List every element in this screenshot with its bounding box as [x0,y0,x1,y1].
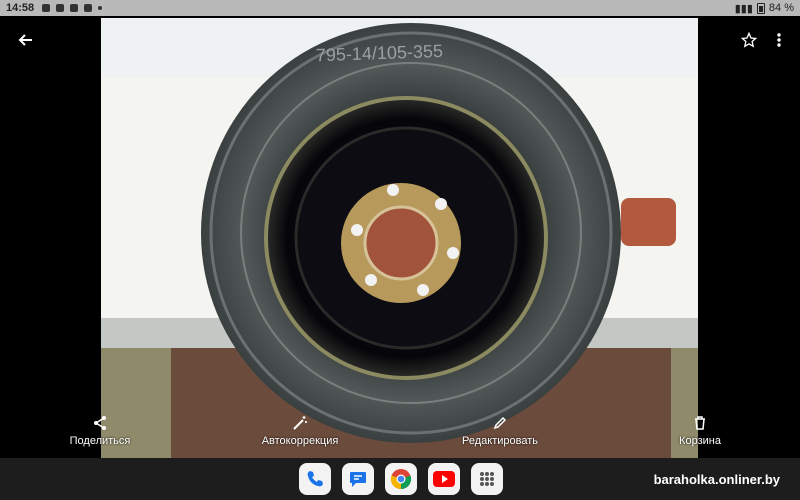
share-icon [94,416,106,430]
dock-youtube[interactable] [428,463,460,495]
share-label: Поделиться [69,435,131,447]
trash-label: Корзина [679,435,721,447]
battery-percent: 84 % [768,2,794,14]
notification-icon [56,4,65,12]
photo-actions-bar: Поделиться Автокоррекция Редактировать К… [0,415,800,458]
signal-icon: ▮▮▮ [734,2,753,15]
back-button[interactable] [9,24,41,56]
notification-icon [70,4,79,12]
dock-chrome[interactable] [385,463,417,495]
more-options-button[interactable] [763,24,795,56]
dock-app-drawer[interactable] [471,463,503,495]
dot-icon [98,6,103,10]
edit-button[interactable]: Редактировать [430,415,570,447]
trash-button[interactable]: Корзина [630,415,770,447]
autocorrect-label: Автокоррекция [261,435,339,447]
chrome-icon [390,469,412,490]
phone-icon [307,471,323,487]
edit-pencil-icon [493,416,507,430]
photo-image: 795-14/105-355 [101,18,698,458]
photo-view[interactable]: 795-14/105-355 [101,18,698,458]
edit-label: Редактировать [462,435,538,447]
dock-phone[interactable] [299,463,331,495]
status-bar: 14:58 ▮▮▮ 84 % [0,0,800,16]
notification-icon [42,4,51,12]
status-right: ▮▮▮ 84 % [735,2,794,15]
top-toolbar [0,16,800,62]
star-outline-icon [741,32,757,48]
favorite-button[interactable] [733,24,765,56]
dock-messages[interactable] [342,463,374,495]
battery-icon [756,2,765,14]
messages-icon [350,472,366,487]
arrow-left-icon [18,34,32,46]
notification-icons [42,4,103,12]
share-button[interactable]: Поделиться [30,415,170,447]
app-dock: baraholka.onliner.by [0,458,800,500]
more-vert-icon [777,33,781,47]
youtube-icon [433,471,455,487]
app-grid-icon [480,472,494,486]
autocorrect-button[interactable]: Автокоррекция [230,415,370,447]
status-time: 14:58 [6,2,35,14]
trash-icon [695,416,705,430]
source-watermark: baraholka.onliner.by [653,472,780,487]
magic-wand-icon [293,416,307,430]
notification-icon [84,4,93,12]
